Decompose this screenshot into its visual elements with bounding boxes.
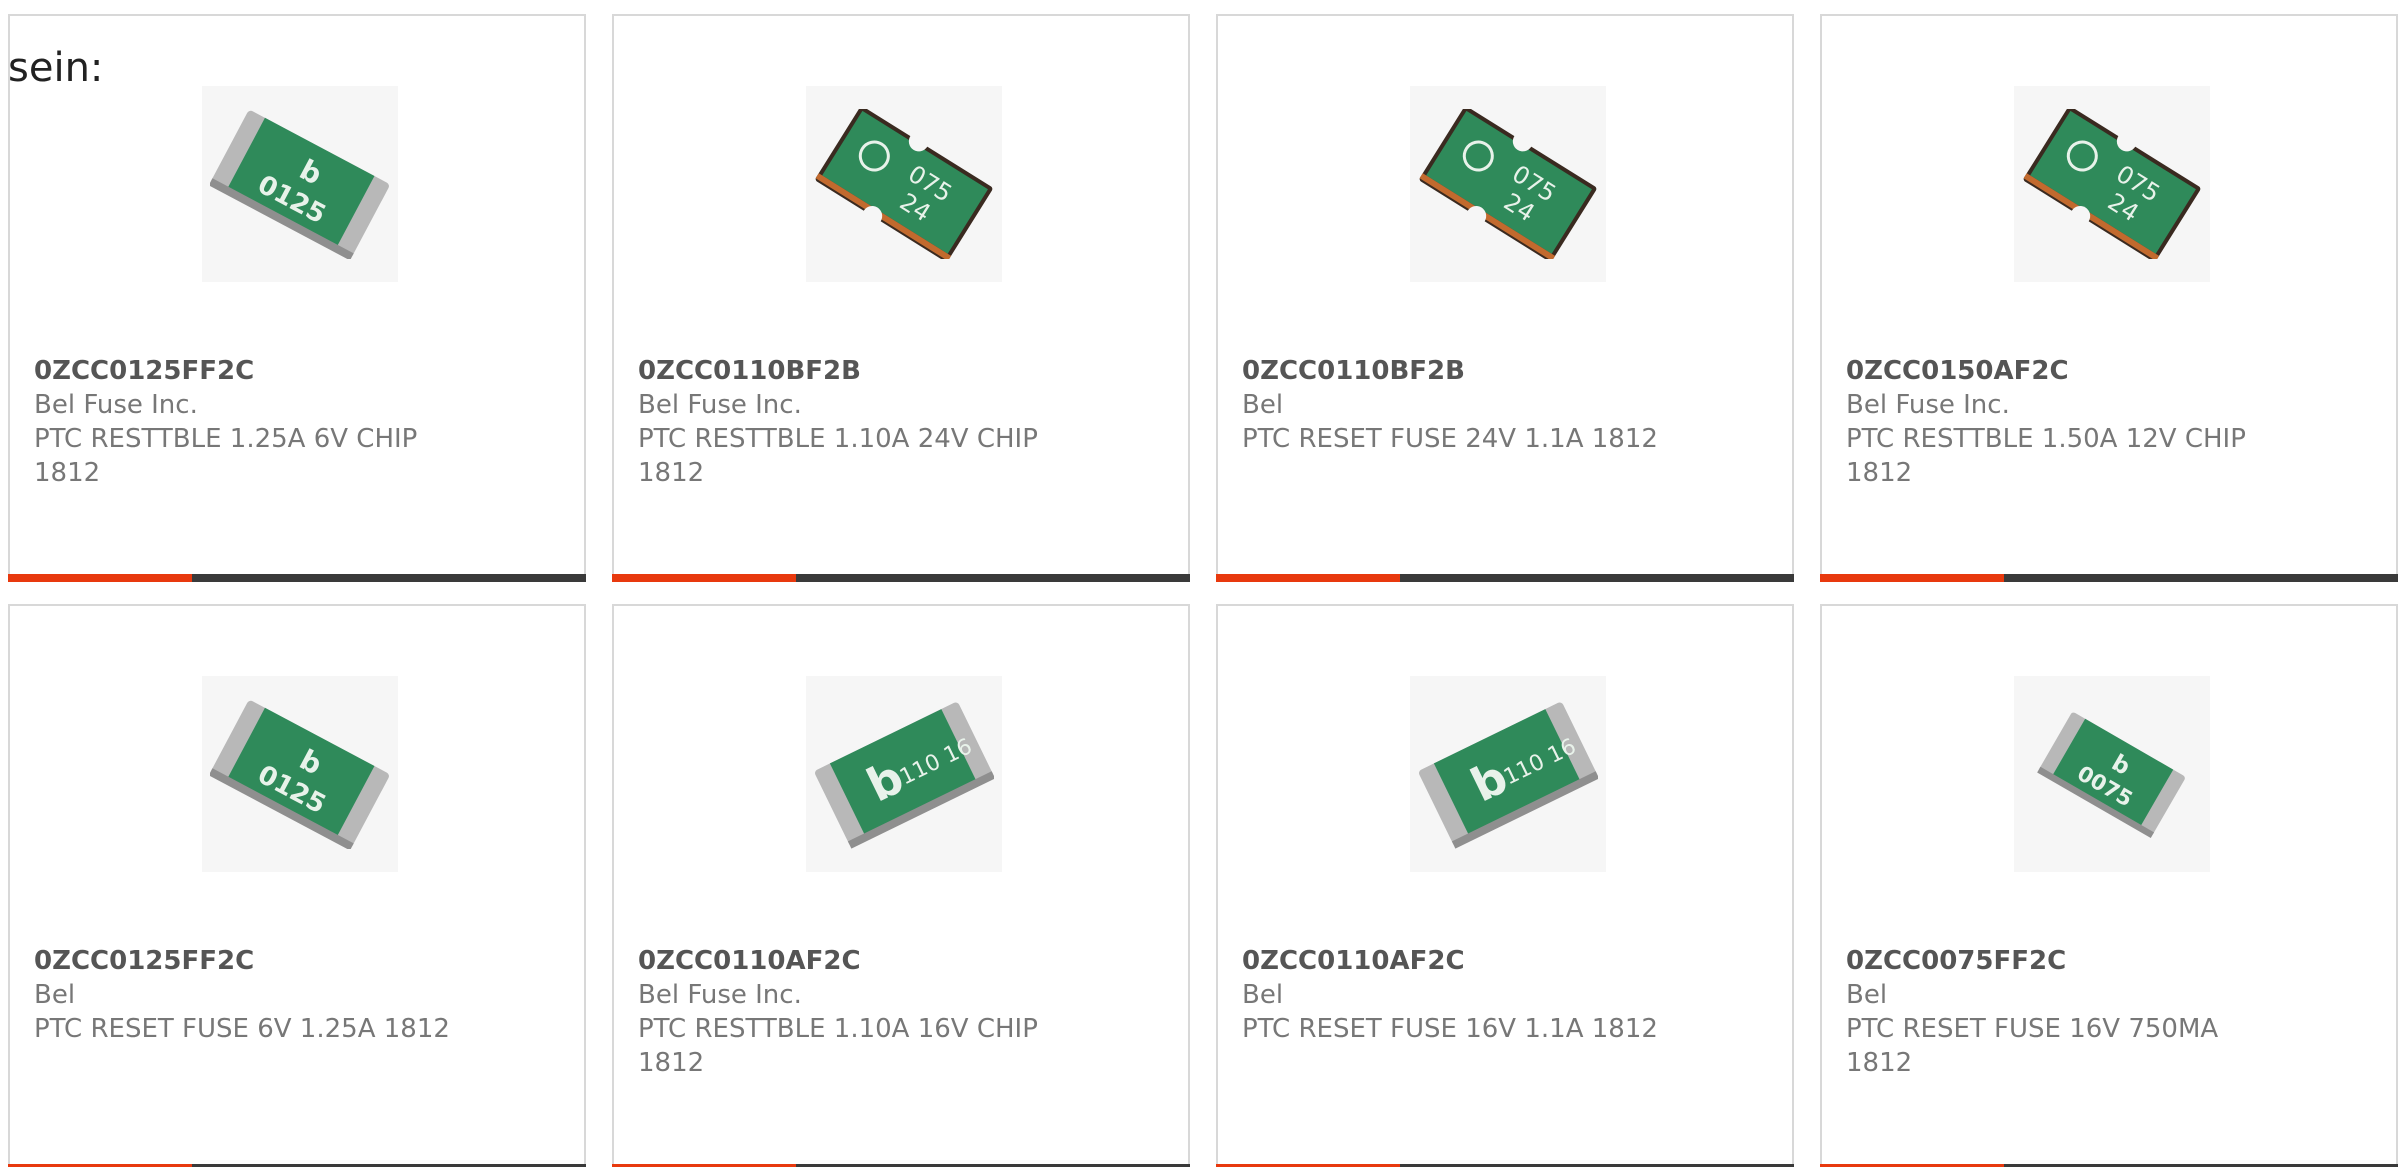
product-image[interactable]: b 0075 xyxy=(2014,676,2210,872)
description: PTC RESET FUSE 16V 1.1A 1812 xyxy=(1242,1014,1658,1044)
ptc-chip-notched-icon: 075 24 xyxy=(2023,109,2201,259)
product-image[interactable]: 075 24 xyxy=(1410,86,1606,282)
description: PTC RESTTBLE 1.10A 24V CHIP 1812 xyxy=(638,424,1038,488)
product-card[interactable]: b 0125 0ZCC0125FF2C Bel Fuse Inc. PTC RE… xyxy=(8,14,586,582)
manufacturer: Bel xyxy=(1242,390,1284,420)
ptc-chip-flat-icon: b 0075 xyxy=(2037,712,2185,839)
description: PTC RESET FUSE 24V 1.1A 1812 xyxy=(1242,424,1658,454)
product-image[interactable]: b 110 16 xyxy=(806,676,1002,872)
product-image[interactable]: b 110 16 xyxy=(1410,676,1606,872)
product-image[interactable]: b 0125 xyxy=(202,86,398,282)
intro-text: sein: xyxy=(8,45,104,91)
description: PTC RESTTBLE 1.10A 16V CHIP 1812 xyxy=(638,1014,1038,1078)
manufacturer: Bel Fuse Inc. xyxy=(638,390,802,420)
manufacturer: Bel Fuse Inc. xyxy=(1846,390,2010,420)
part-number-link[interactable]: 0ZCC0110AF2C xyxy=(1242,944,1662,978)
part-number-link[interactable]: 0ZCC0110BF2B xyxy=(1242,354,1662,388)
card-bottom-bar xyxy=(612,574,1190,582)
ptc-chip-flat-icon: b 0125 xyxy=(210,110,389,259)
product-image[interactable]: 075 24 xyxy=(806,86,1002,282)
part-number-link[interactable]: 0ZCC0125FF2C xyxy=(34,944,454,978)
product-image[interactable]: b 0125 xyxy=(202,676,398,872)
manufacturer: Bel xyxy=(1242,980,1284,1010)
description: PTC RESTTBLE 1.25A 6V CHIP 1812 xyxy=(34,424,418,488)
ptc-chip-notched-icon: 075 24 xyxy=(1419,109,1597,259)
manufacturer: Bel Fuse Inc. xyxy=(34,390,198,420)
ptc-chip-notched-icon: 075 24 xyxy=(815,109,993,259)
card-accent-bar xyxy=(1216,574,1400,582)
product-card[interactable]: b 110 16 0ZCC0110AF2C Bel Fuse Inc. PTC … xyxy=(612,604,1190,1167)
part-number-link[interactable]: 0ZCC0110BF2B xyxy=(638,354,1058,388)
product-card[interactable]: b 110 16 0ZCC0110AF2C Bel PTC RESET FUSE… xyxy=(1216,604,1794,1167)
product-card[interactable]: b 0125 0ZCC0125FF2C Bel PTC RESET FUSE 6… xyxy=(8,604,586,1167)
description: PTC RESET FUSE 6V 1.25A 1812 xyxy=(34,1014,450,1044)
part-number-link[interactable]: 0ZCC0150AF2C xyxy=(1846,354,2266,388)
manufacturer: Bel xyxy=(1846,980,1888,1010)
manufacturer: Bel xyxy=(34,980,76,1010)
card-accent-bar xyxy=(8,574,192,582)
card-bottom-bar xyxy=(1820,574,2398,582)
product-card[interactable]: 075 24 0ZCC0150AF2C Bel Fuse Inc. PTC RE… xyxy=(1820,14,2398,582)
product-card[interactable]: b 0075 0ZCC0075FF2C Bel PTC RESET FUSE 1… xyxy=(1820,604,2398,1167)
part-number-link[interactable]: 0ZCC0075FF2C xyxy=(1846,944,2266,978)
part-number-link[interactable]: 0ZCC0125FF2C xyxy=(34,354,454,388)
ptc-chip-flat-icon: b 0125 xyxy=(210,700,389,849)
card-accent-bar xyxy=(1820,574,2004,582)
product-card[interactable]: 075 24 0ZCC0110BF2B Bel Fuse Inc. PTC RE… xyxy=(612,14,1190,582)
description: PTC RESTTBLE 1.50A 12V CHIP 1812 xyxy=(1846,424,2246,488)
ptc-chip-flat-icon: b 110 16 xyxy=(815,702,994,849)
manufacturer: Bel Fuse Inc. xyxy=(638,980,802,1010)
part-number-link[interactable]: 0ZCC0110AF2C xyxy=(638,944,1058,978)
card-accent-bar xyxy=(612,574,796,582)
ptc-chip-flat-icon: b 110 16 xyxy=(1419,702,1598,849)
card-bottom-bar xyxy=(8,574,586,582)
product-image[interactable]: 075 24 xyxy=(2014,86,2210,282)
page: sein: b 0125 0ZCC0125FF2C Bel Fuse Inc. xyxy=(0,0,2400,1167)
description: PTC RESET FUSE 16V 750MA 1812 xyxy=(1846,1014,2219,1078)
product-card[interactable]: 075 24 0ZCC0110BF2B Bel PTC RESET FUSE 2… xyxy=(1216,14,1794,582)
card-bottom-bar xyxy=(1216,574,1794,582)
